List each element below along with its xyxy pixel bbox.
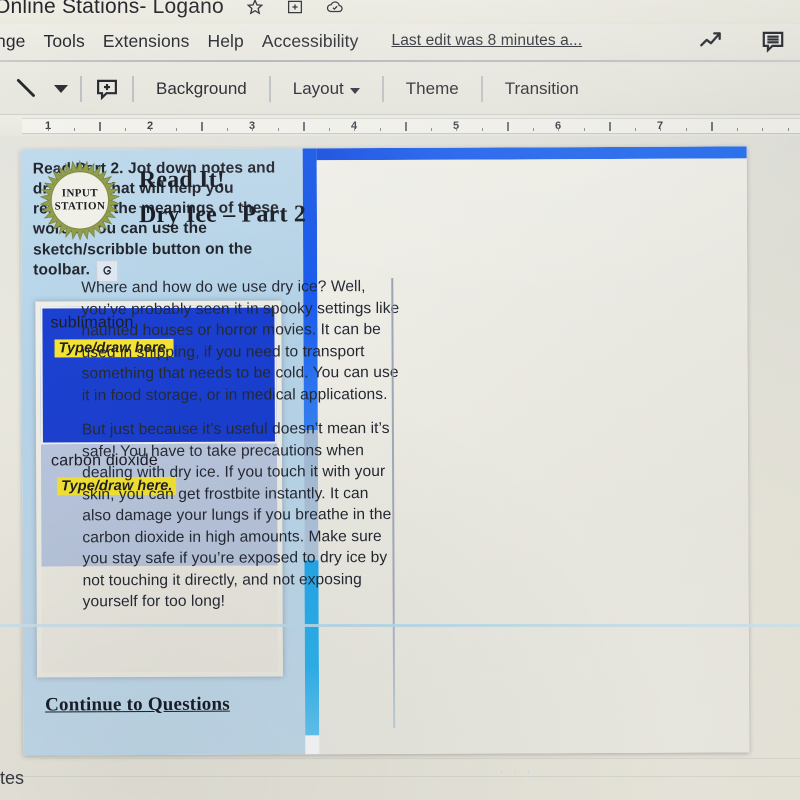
notes-guide-line-1 — [40, 758, 800, 759]
slide[interactable]: Read Part 2. Jot down notes and drawings… — [20, 146, 750, 756]
ruler-tick — [73, 128, 75, 131]
ruler-tick — [685, 128, 687, 131]
ruler-tick — [99, 122, 101, 131]
toolbar-divider-3 — [268, 76, 271, 102]
ruler-tick — [252, 128, 253, 131]
move-to-folder-icon[interactable] — [286, 0, 304, 16]
heading-line-1: Read It! — [138, 166, 226, 194]
ruler-tick — [124, 128, 126, 131]
paragraph-1: Where and how do we use dry ice? Well, y… — [81, 278, 400, 404]
notes-divider — [0, 624, 800, 627]
ruler-tick — [762, 128, 763, 131]
ruler-tick — [277, 128, 279, 131]
toolbar-divider — [80, 76, 82, 102]
menu-item-extensions[interactable]: Extensions — [94, 31, 199, 52]
notes-faint-marks: . . . — [500, 765, 534, 776]
menu-item-accessibility[interactable]: Accessibility — [253, 31, 368, 52]
ruler-tick — [456, 128, 457, 131]
dropdown-caret-icon[interactable] — [54, 85, 68, 93]
ruler-tick — [328, 128, 330, 131]
ruler-tick — [150, 128, 151, 131]
toolbar-divider-2 — [132, 76, 134, 102]
last-edit-link[interactable]: Last edit was 8 minutes a... — [391, 32, 582, 50]
menu-item-tools[interactable]: Tools — [35, 31, 94, 52]
screenshot-root: Online Stations- Logano nge Tools Extens… — [0, 0, 800, 800]
ruler-tick — [48, 128, 49, 131]
ruler[interactable]: 1234567 — [0, 114, 800, 136]
ruler-tick — [583, 128, 585, 131]
menu-item-help[interactable]: Help — [198, 31, 252, 52]
toolbar-divider-4 — [381, 76, 384, 102]
body-text-box[interactable]: Where and how do we use dry ice? Well, y… — [81, 276, 400, 613]
menu-divider — [0, 60, 800, 62]
cloud-saved-icon[interactable] — [326, 0, 344, 16]
ruler-tick — [711, 122, 713, 131]
star-icon[interactable] — [246, 0, 264, 16]
input-station-badge: INPUT STATION — [39, 159, 121, 241]
ruler-tick — [430, 128, 432, 131]
theme-button[interactable]: Theme — [396, 79, 469, 99]
notes-guide-line-2 — [0, 776, 800, 777]
title-bar: Online Stations- Logano — [0, 0, 800, 22]
ruler-tick — [405, 122, 407, 131]
ruler-tick — [634, 128, 636, 131]
slide-heading[interactable]: Read It! Dry Ice – Part 2 — [139, 166, 306, 229]
ruler-tick — [354, 128, 355, 131]
menu-bar: nge Tools Extensions Help Accessibility … — [0, 24, 800, 58]
paragraph-2: But just because it’s useful doesn’t mea… — [81, 420, 392, 611]
ruler-tick — [226, 128, 228, 131]
add-comment-icon[interactable] — [94, 76, 120, 102]
menu-item-arrange[interactable]: nge — [0, 31, 35, 52]
ruler-tick — [507, 122, 509, 131]
layout-label: Layout — [292, 79, 344, 98]
continue-to-questions-link[interactable]: Continue to Questions — [45, 694, 230, 717]
ruler-tick — [558, 128, 559, 131]
activity-chart-icon[interactable] — [698, 28, 724, 54]
layout-button[interactable]: Layout — [283, 79, 370, 99]
badge-line-2: STATION — [54, 200, 106, 213]
speaker-notes-label[interactable]: otes — [0, 768, 24, 789]
ruler-tick — [481, 128, 483, 131]
ruler-tick — [379, 128, 381, 131]
ruler-track: 1234567 — [22, 118, 800, 134]
comment-icon[interactable] — [760, 28, 786, 54]
heading-line-2: Dry Ice – Part 2 — [138, 201, 307, 229]
line-tool-icon[interactable] — [14, 76, 40, 102]
background-button[interactable]: Background — [146, 79, 257, 99]
ruler-tick — [532, 128, 534, 131]
chevron-down-icon — [349, 87, 360, 94]
theme-label: Theme — [405, 79, 459, 98]
menu-right-icon-group — [698, 28, 800, 54]
toolbar-divider-5 — [480, 76, 483, 102]
document-title[interactable]: Online Stations- Logano — [0, 0, 224, 19]
ruler-tick — [201, 122, 203, 131]
ruler-tick — [660, 128, 661, 131]
ruler-tick — [609, 122, 611, 131]
background-label: Background — [156, 79, 247, 98]
ruler-tick — [175, 128, 177, 131]
badge-line-1: INPUT — [61, 187, 99, 200]
ruler-tick — [787, 128, 789, 131]
badge-text: INPUT STATION — [39, 159, 121, 241]
transition-label: Transition — [504, 79, 579, 98]
slide-canvas: Read Part 2. Jot down notes and drawings… — [0, 136, 800, 800]
ruler-tick — [736, 128, 738, 131]
transition-button[interactable]: Transition — [495, 79, 589, 99]
title-icon-group — [246, 0, 344, 16]
ruler-tick — [303, 122, 305, 131]
toolbar: Background Layout Theme Transition — [0, 64, 800, 114]
